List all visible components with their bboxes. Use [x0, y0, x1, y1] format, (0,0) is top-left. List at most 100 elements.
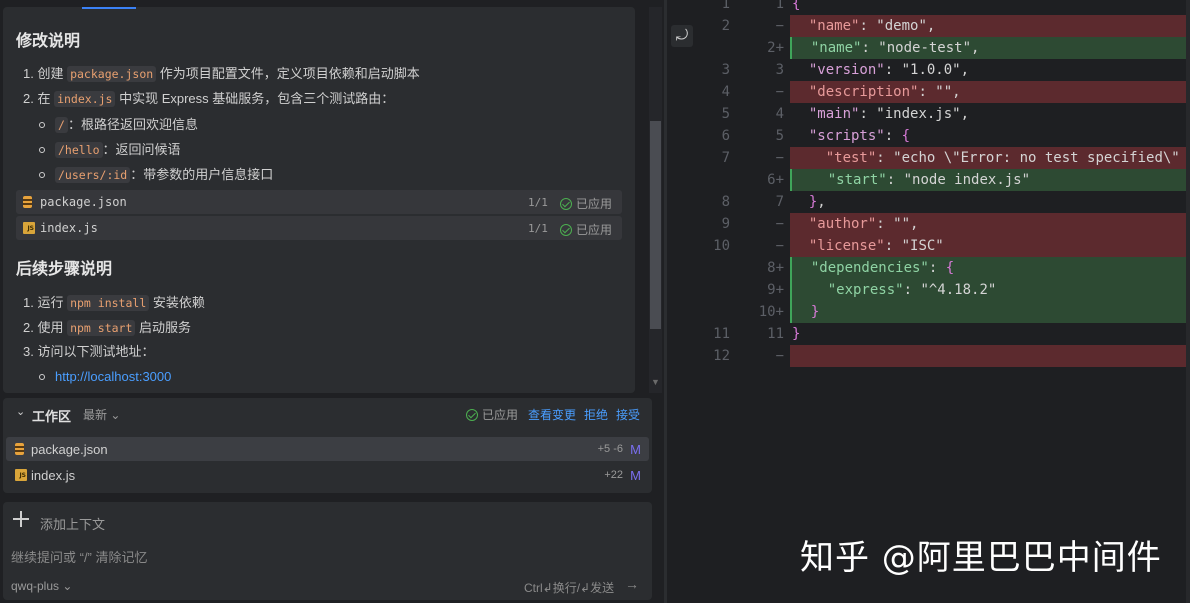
add-context-button[interactable]: 添加上下文: [40, 514, 105, 533]
code-text[interactable]: "dependencies": {: [790, 257, 1190, 279]
new-line-number: 6+: [767, 172, 784, 188]
bullet-icon: [39, 171, 45, 178]
code-text[interactable]: "license": "ISC": [790, 235, 1190, 257]
section-title-next-steps: 后续步骤说明: [16, 261, 113, 278]
editor-scrollbar[interactable]: [1186, 0, 1190, 603]
old-line-number: 8: [721, 194, 730, 210]
check-circle-icon: [560, 197, 572, 210]
code-text[interactable]: "main": "index.js",: [790, 103, 1190, 125]
chat-input-box[interactable]: 添加上下文 继续提问或 “/” 清除记忆 qwq-plus ⌄ Ctrl↲换行/…: [3, 502, 652, 600]
code-text[interactable]: [790, 345, 1190, 367]
prompt-input[interactable]: 继续提问或 “/” 清除记忆: [11, 547, 148, 566]
old-line-number: 10: [713, 238, 730, 254]
plus-icon[interactable]: [12, 510, 30, 528]
new-line-number: 7: [775, 194, 784, 210]
diff-line-add: 2+ "name": "node-test",: [664, 37, 1190, 59]
old-line-number: 12: [713, 348, 730, 364]
new-line-number: 5: [775, 128, 784, 144]
code-text[interactable]: "scripts": {: [790, 125, 1190, 147]
code-text[interactable]: "version": "1.0.0",: [790, 59, 1190, 81]
new-line-number: 9+: [767, 282, 784, 298]
diff-line-add: 6+ "start": "node index.js": [664, 169, 1190, 191]
diff-line-add: 10+ }: [664, 301, 1190, 323]
old-line-number: 2: [721, 18, 730, 34]
old-line-number: 11: [713, 326, 730, 342]
chat-scrollbar[interactable]: ▼: [649, 7, 662, 393]
code-text[interactable]: "author": "",: [790, 213, 1190, 235]
list-item: 1. 创建 package.json 作为项目配置文件，定义项目依赖和启动脚本: [23, 66, 420, 82]
scrollbar-thumb[interactable]: [650, 121, 661, 329]
diff-line-add: 8+ "dependencies": {: [664, 257, 1190, 279]
sort-dropdown[interactable]: 最新 ⌄: [83, 406, 120, 423]
send-arrow-icon[interactable]: →: [625, 576, 639, 592]
new-line-number: 8+: [767, 260, 784, 276]
view-changes-link[interactable]: 查看变更: [528, 406, 576, 423]
database-icon: [15, 443, 24, 455]
code-text[interactable]: "name": "demo",: [790, 15, 1190, 37]
old-line-number: 6: [721, 128, 730, 144]
old-line-number: 5: [721, 106, 730, 122]
diff-line-ctx: 11 11}: [664, 323, 1190, 345]
assistant-message: 修改说明 1. 创建 package.json 作为项目配置文件，定义项目依赖和…: [3, 7, 635, 393]
watermark: 知乎 @阿里巴巴中间件: [800, 538, 1162, 578]
database-icon: [23, 196, 32, 208]
new-line-number: −: [775, 18, 784, 34]
diff-line-add: 9+ "express": "^4.18.2": [664, 279, 1190, 301]
old-line-number: 4: [721, 84, 730, 100]
code-text[interactable]: "start": "node index.js": [790, 169, 1190, 191]
new-line-number: 1: [775, 0, 784, 12]
code-text[interactable]: "test": "echo \"Error: no test specified…: [790, 147, 1190, 169]
new-line-number: 2+: [767, 40, 784, 56]
send-hint: Ctrl↲换行/↲发送: [524, 581, 615, 595]
model-selector[interactable]: qwq-plus ⌄: [11, 579, 72, 593]
new-line-number: 10+: [758, 304, 784, 320]
old-line-number: 9: [721, 216, 730, 232]
js-file-icon: JS: [15, 469, 27, 481]
scroll-down-icon[interactable]: ▼: [651, 377, 660, 387]
new-line-number: 3: [775, 62, 784, 78]
new-line-number: −: [775, 238, 784, 254]
active-tab-indicator: [82, 7, 136, 9]
code-text[interactable]: {: [790, 0, 1190, 15]
code-text[interactable]: "name": "node-test",: [790, 37, 1190, 59]
workspace-title[interactable]: 工作区: [32, 406, 71, 425]
new-line-number: 11: [767, 326, 784, 342]
chevron-down-icon[interactable]: ⌄: [16, 405, 25, 418]
js-file-icon: JS: [23, 222, 35, 234]
check-circle-icon: [466, 408, 478, 421]
file-change-row[interactable]: package.json 1/1 已应用: [16, 190, 622, 214]
route-item: /hello ：返回问候语: [39, 139, 181, 158]
code-text[interactable]: "express": "^4.18.2": [790, 279, 1190, 301]
applied-status: 已应用: [560, 195, 612, 212]
code-text[interactable]: }: [790, 323, 1190, 345]
new-line-number: −: [775, 150, 784, 166]
old-line-number: 3: [721, 62, 730, 78]
chat-panel: 修改说明 1. 创建 package.json 作为项目配置文件，定义项目依赖和…: [0, 0, 664, 603]
code-text[interactable]: "description": "",: [790, 81, 1190, 103]
diff-line-ctx: 3 3 "version": "1.0.0",: [664, 59, 1190, 81]
code-text[interactable]: },: [790, 191, 1190, 213]
inline-code: index.js: [54, 91, 116, 107]
workspace-panel: ⌄ 工作区 最新 ⌄ 已应用 查看变更 拒绝 接受 package.json +…: [3, 398, 652, 493]
workspace-file-row[interactable]: package.json +5 -6 M: [6, 437, 649, 461]
new-line-number: −: [775, 216, 784, 232]
file-change-row[interactable]: JS index.js 1/1 已应用: [16, 216, 622, 240]
bullet-icon: [39, 121, 45, 128]
code-text[interactable]: }: [790, 301, 1190, 323]
new-line-number: 4: [775, 106, 784, 122]
accept-link[interactable]: 接受: [616, 406, 640, 423]
list-item: 1. 运行 npm install 安装依赖: [23, 295, 205, 311]
diff-line-del: 4 − "description": "",: [664, 81, 1190, 103]
old-line-number: 7: [721, 150, 730, 166]
reject-link[interactable]: 拒绝: [584, 406, 608, 423]
bullet-icon: [39, 146, 45, 153]
list-item: 3. 访问以下测试地址：: [23, 344, 155, 359]
route-item: /users/:id ：带参数的用户信息接口: [39, 164, 273, 183]
workspace-file-row[interactable]: JS index.js +22 M: [6, 463, 649, 487]
url-item: http://localhost:3000: [39, 369, 171, 384]
new-line-number: −: [775, 84, 784, 100]
diff-line-ctx: 1 1 {: [664, 0, 1190, 15]
localhost-link[interactable]: http://localhost:3000: [55, 369, 171, 384]
check-circle-icon: [560, 223, 572, 236]
diff-line-ctx: 8 7 },: [664, 191, 1190, 213]
